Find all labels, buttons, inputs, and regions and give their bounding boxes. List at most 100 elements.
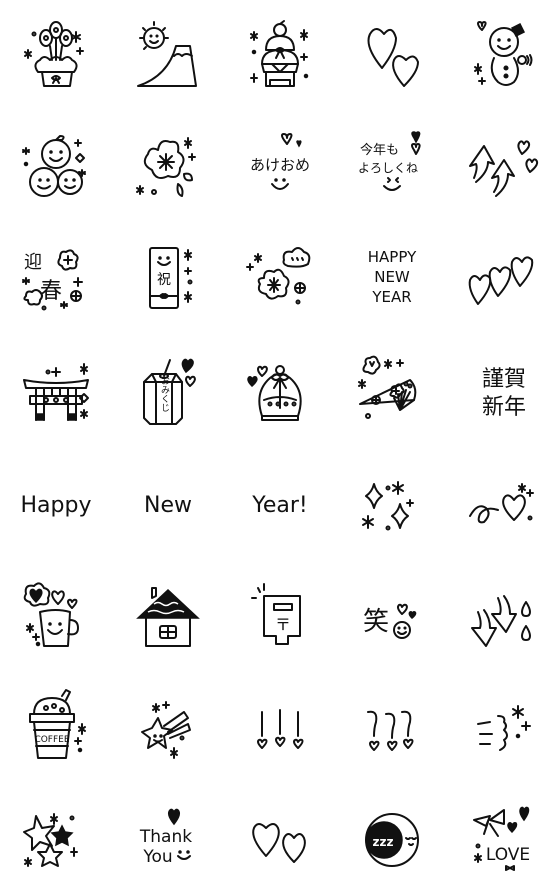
sticker-kinga-shinnen[interactable]: 謹賀 新年 [448,336,560,448]
sleeping-moon-icon: zzz [365,813,419,867]
sticker-mikan-smiles[interactable] [0,112,112,224]
sticker-kadomatsu[interactable] [0,0,112,112]
house-icon [136,587,200,647]
yoroshiku-line1: 今年も [360,142,399,158]
sticker-coffee-mug-hearts[interactable] [0,560,112,672]
sticker-three-hearts[interactable] [448,224,560,336]
up-arrows-icon [469,140,539,197]
sticker-snow-globe[interactable] [224,336,336,448]
sticker-two-hearts-outline[interactable] [224,784,336,896]
sticker-question-hearts[interactable] [336,672,448,784]
sticker-kotoshi-mo-yoroshiku[interactable]: 今年も よろしくね [336,112,448,224]
sticker-post-box[interactable]: 〒 [224,560,336,672]
kadomatsu-icon [24,21,84,87]
sticker-coffee-cup[interactable]: COFFEE [0,672,112,784]
sticker-down-arrows-drops[interactable] [448,560,560,672]
sticker-loop-heart[interactable] [448,448,560,560]
sticker-grid: あけおめ 今年も よろしくね 迎 春 祝 HAPPY NEW YEAR おみくじ… [0,0,560,896]
sticker-snowman[interactable] [448,0,560,112]
sticker-geishun[interactable]: 迎 春 [0,224,112,336]
coffee-mug-icon [23,582,79,647]
torii-gate-icon [23,363,89,421]
down-arrows-icon [471,595,531,647]
sticker-stars[interactable] [0,784,112,896]
sticker-up-arrows-hearts[interactable] [448,112,560,224]
sticker-two-hearts[interactable] [336,0,448,112]
sticker-exclamation-hearts[interactable] [224,672,336,784]
sticker-warai-smile[interactable]: 笑 [336,560,448,672]
kinga-line2: 新年 [482,395,526,420]
coffee-label: COFFEE [34,735,69,745]
hny-line2: NEW [374,268,410,286]
sticker-whoosh-sparkle[interactable] [448,672,560,784]
sticker-kagami-mochi[interactable] [224,0,336,112]
whoosh-sparkle-icon [477,705,531,751]
loop-heart-icon [469,483,534,524]
sticker-omikuji[interactable]: おみくじ [112,336,224,448]
exclamation-hearts-icon [257,709,304,749]
stars-icon [23,813,78,867]
sticker-folding-fan[interactable] [336,336,448,448]
love-ribbon-icon: LOVE [473,806,530,871]
sticker-love-ribbon[interactable]: LOVE [448,784,560,896]
happy-text: Happy [21,493,92,518]
omikuji-text: おみくじ [159,376,170,412]
year-word-icon: Year! [251,493,307,518]
love-text: LOVE [486,845,530,865]
new-word-icon: New [144,493,192,518]
sticker-shooting-star[interactable] [112,672,224,784]
thank-you-icon: Thank You [139,808,192,867]
hearts-icon [367,28,419,87]
sticker-happy-new-year-caps[interactable]: HAPPY NEW YEAR [336,224,448,336]
happy-new-year-caps-icon: HAPPY NEW YEAR [368,248,417,306]
sticker-house[interactable] [112,560,224,672]
geishun-char1: 迎 [24,252,42,273]
akeome-text: あけおめ [250,156,310,174]
geishun-icon: 迎 春 [22,249,83,311]
sticker-iwai-envelope[interactable]: 祝 [112,224,224,336]
post-box-icon: 〒 [251,583,301,645]
sticker-akeome[interactable]: あけおめ [224,112,336,224]
zzz-text: zzz [373,835,394,849]
geishun-char2: 春 [40,279,62,304]
sticker-happy-word[interactable]: Happy [0,448,112,560]
question-hearts-icon [367,710,414,751]
sticker-year-word[interactable]: Year! [224,448,336,560]
year-text: Year! [251,493,307,518]
kagami-mochi-icon [250,20,309,87]
thank-line2: You [142,847,172,867]
happy-word-icon: Happy [21,493,92,518]
yoroshiku-icon: 今年も よろしくね [358,131,421,191]
hny-line1: HAPPY [368,248,417,266]
plum-cloud-icon [246,247,311,305]
new-text: New [144,493,192,518]
kinga-shinnen-icon: 謹賀 新年 [482,367,526,420]
snowman-icon [474,21,533,86]
sticker-plum-blossom[interactable] [112,112,224,224]
two-hearts-outline-icon [252,823,306,863]
post-mark: 〒 [275,615,291,634]
kinga-line1: 謹賀 [482,367,526,392]
warai-text: 笑 [363,607,389,637]
sticker-torii-gate[interactable] [0,336,112,448]
sticker-thank-you[interactable]: Thank You [112,784,224,896]
sparkles-icon [362,481,414,531]
sticker-new-word[interactable]: New [112,448,224,560]
mikan-icon [22,135,86,197]
folding-fan-icon [358,355,417,419]
iwai-text: 祝 [157,272,171,288]
thank-line1: Thank [139,827,192,847]
sticker-sleeping-moon[interactable]: zzz [336,784,448,896]
omikuji-icon: おみくじ [143,358,196,425]
mount-fuji-icon [137,21,197,87]
coffee-cup-icon: COFFEE [29,689,86,759]
shooting-star-icon [141,701,191,759]
akeome-icon: あけおめ [250,133,310,190]
sticker-mount-fuji-sun[interactable] [112,0,224,112]
iwai-envelope-icon: 祝 [149,247,193,309]
three-hearts-icon [468,256,534,305]
snow-globe-icon [247,365,302,421]
sticker-plum-cloud[interactable] [224,224,336,336]
sticker-sparkles[interactable] [336,448,448,560]
hny-line3: YEAR [371,288,411,306]
